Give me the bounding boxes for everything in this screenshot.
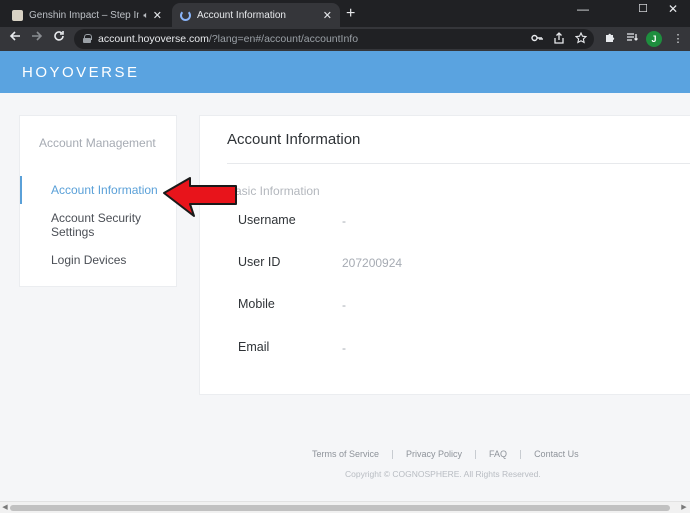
contact-us-link[interactable]: Contact Us: [534, 449, 579, 459]
user-id-label: User ID: [238, 255, 281, 269]
footer-divider: [520, 449, 522, 459]
account-sidebar: Account Management Account Information A…: [19, 115, 177, 287]
extensions-puzzle-icon[interactable]: [602, 31, 618, 47]
reload-icon[interactable]: [50, 29, 68, 47]
account-info-panel: Account Information Basic Information Us…: [199, 115, 690, 395]
bookmark-star-icon[interactable]: [574, 31, 588, 46]
section-label: Basic Information: [227, 184, 320, 198]
browser-toolbar: account.hoyoverse.com/?lang=en#/account/…: [0, 27, 690, 51]
speaker-icon[interactable]: 🔈︎: [143, 10, 148, 21]
url-text: account.hoyoverse.com/?lang=en#/account/…: [98, 33, 359, 45]
sidebar-item-account-security-settings[interactable]: Account Security Settings: [51, 211, 173, 239]
address-bar[interactable]: account.hoyoverse.com/?lang=en#/account/…: [74, 29, 594, 49]
browser-tab-bar: Genshin Impact – Step Into a 🔈︎ ✕ Accoun…: [0, 0, 690, 27]
minimize-button[interactable]: —: [566, 0, 600, 22]
sidebar-item-login-devices[interactable]: Login Devices: [51, 253, 173, 267]
scroll-left-icon[interactable]: ◀: [1, 504, 9, 512]
active-indicator: [20, 176, 22, 204]
profile-avatar[interactable]: J: [646, 31, 662, 47]
key-icon[interactable]: [530, 32, 544, 46]
back-arrow-icon[interactable]: [6, 29, 24, 47]
tab-close-icon[interactable]: ✕: [153, 9, 162, 22]
browser-tab-genshin[interactable]: Genshin Impact – Step Into a 🔈︎ ✕: [4, 3, 170, 27]
horizontal-scrollbar[interactable]: ◀ ▶: [0, 501, 690, 513]
browser-tab-account-information[interactable]: Account Information ✕: [172, 3, 340, 27]
title-divider: [227, 163, 690, 164]
lock-icon[interactable]: [83, 34, 92, 43]
user-id-value: 207200924: [342, 256, 403, 270]
reading-list-icon[interactable]: [624, 31, 640, 47]
mobile-label: Mobile: [238, 297, 275, 311]
footer-divider: [475, 449, 477, 459]
genshin-favicon-icon: [12, 9, 23, 21]
username-label: Username: [238, 213, 296, 227]
tab-title: Account Information: [197, 9, 286, 21]
forward-arrow-icon[interactable]: [28, 29, 46, 47]
mobile-value: -: [342, 298, 346, 312]
privacy-policy-link[interactable]: Privacy Policy: [406, 449, 462, 459]
kebab-menu-icon[interactable]: ⋮: [670, 31, 686, 47]
footer-divider: [392, 449, 394, 459]
scrollbar-thumb[interactable]: [10, 505, 670, 511]
tab-title: Genshin Impact – Step Into a: [29, 9, 140, 21]
email-label: Email: [238, 340, 270, 354]
hoyoverse-logo[interactable]: HOYOVERSE: [22, 64, 140, 81]
faq-link[interactable]: FAQ: [489, 449, 507, 459]
copyright-text: Copyright © COGNOSPHERE. All Rights Rese…: [345, 469, 541, 479]
loading-spinner-icon: [180, 9, 191, 21]
page-title: Account Information: [227, 131, 361, 148]
maximize-button[interactable]: ☐: [626, 0, 660, 22]
footer-links: Terms of Service Privacy Policy FAQ Cont…: [312, 449, 579, 459]
red-arrow-icon: [163, 177, 237, 217]
share-icon[interactable]: [552, 32, 566, 46]
sidebar-item-account-information[interactable]: Account Information: [51, 183, 173, 197]
email-value: -: [342, 341, 346, 355]
username-value: -: [342, 214, 346, 228]
terms-of-service-link[interactable]: Terms of Service: [312, 449, 379, 459]
scroll-right-icon[interactable]: ▶: [680, 504, 688, 512]
sidebar-heading: Account Management: [39, 136, 156, 150]
tab-close-icon[interactable]: ✕: [323, 9, 332, 22]
new-tab-button[interactable]: +: [346, 5, 355, 23]
site-header: HOYOVERSE: [0, 51, 690, 93]
window-close-button[interactable]: ✕: [656, 0, 690, 22]
